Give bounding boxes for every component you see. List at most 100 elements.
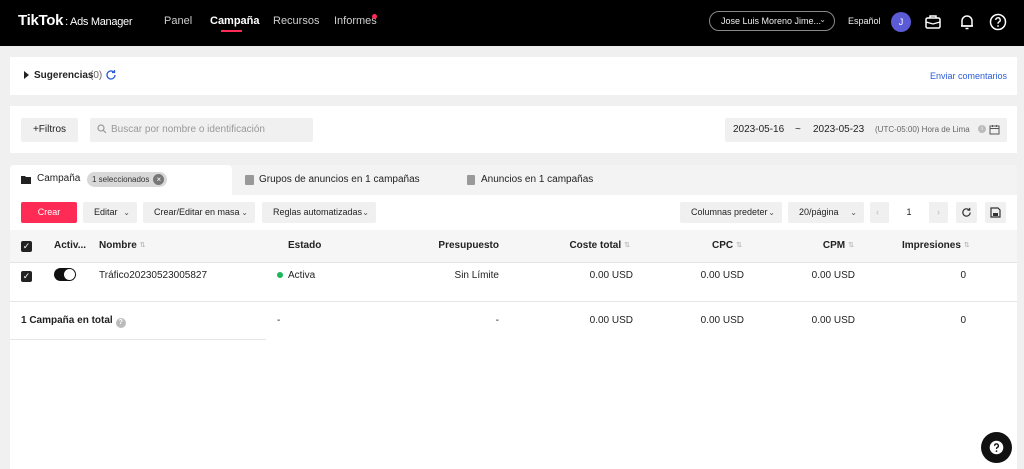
- total-divider: [10, 339, 266, 340]
- info-icon[interactable]: ?: [115, 318, 126, 328]
- campaign-cpc: 0.00 USD: [700, 270, 744, 281]
- page-size-dropdown[interactable]: 20/página ⌄: [788, 202, 864, 223]
- help-icon[interactable]: [988, 12, 1008, 32]
- account-selector[interactable]: Jose Luis Moreno Jime... ⌄: [709, 11, 835, 31]
- col-total-cost[interactable]: Coste total ⇅: [540, 240, 630, 251]
- total-cpm: 0.00 USD: [811, 315, 855, 326]
- bell-icon[interactable]: [957, 12, 977, 32]
- edit-dropdown[interactable]: Editar ⌄: [83, 202, 137, 223]
- download-icon: [990, 207, 1001, 218]
- toggle-knob: [64, 269, 75, 280]
- sort-icon[interactable]: ⇅: [624, 241, 630, 249]
- chevron-down-icon: ⌄: [362, 208, 369, 217]
- suggestions-label[interactable]: Sugerencias: [34, 70, 93, 81]
- col-budget: Presupuesto: [438, 240, 499, 251]
- tab-campaign[interactable]: Campaña 1 seleccionados ×: [10, 165, 232, 195]
- bulk-edit-dropdown[interactable]: Crear/Editar en masa ⌄: [143, 202, 255, 223]
- date-separator: ~: [795, 124, 801, 135]
- logo-text: TikTok: [18, 12, 64, 29]
- col-cpm[interactable]: CPM ⇅: [770, 240, 854, 251]
- chevron-down-icon: ⌄: [819, 15, 826, 24]
- refresh-icon[interactable]: [105, 69, 117, 81]
- send-feedback-link[interactable]: Enviar comentarios: [930, 71, 1007, 81]
- nav-recursos[interactable]: Recursos: [273, 15, 319, 27]
- col-status: Estado: [288, 240, 322, 251]
- edit-label: Editar: [94, 207, 118, 217]
- calendar-icon[interactable]: [989, 124, 1000, 135]
- campaign-toggle[interactable]: [54, 268, 76, 281]
- total-cost: 0.00 USD: [589, 315, 633, 326]
- pagination: ‹ 1 ›: [870, 202, 948, 223]
- sort-icon[interactable]: ⇅: [848, 241, 854, 249]
- col-cpc[interactable]: CPC ⇅: [660, 240, 742, 251]
- total-label: 1 Campaña en total?: [21, 315, 126, 328]
- campaign-cost: 0.00 USD: [589, 270, 633, 281]
- search-placeholder: Buscar por nombre o identificación: [111, 124, 265, 135]
- sort-icon[interactable]: ⇅: [736, 241, 742, 249]
- search-input[interactable]: Buscar por nombre o identificación: [90, 118, 313, 142]
- next-page-icon[interactable]: ›: [937, 202, 940, 223]
- total-impressions: 0: [960, 315, 966, 326]
- briefcase-icon[interactable]: [923, 12, 943, 32]
- avatar[interactable]: J: [891, 12, 911, 32]
- row-checkbox[interactable]: ✓: [21, 271, 32, 282]
- info-icon: i: [978, 125, 986, 133]
- close-icon[interactable]: ×: [153, 174, 165, 185]
- adgroup-icon: [245, 175, 254, 185]
- chevron-down-icon: ⌄: [241, 208, 248, 217]
- date-start: 2023-05-16: [733, 124, 785, 135]
- filter-bar: +Filtros Buscar por nombre o identificac…: [10, 106, 1017, 153]
- sort-icon[interactable]: ⇅: [140, 241, 146, 249]
- campaign-name[interactable]: Tráfico20230523005827: [99, 270, 207, 281]
- expand-triangle-icon[interactable]: [24, 71, 29, 79]
- col-cpm-label: CPM: [822, 240, 846, 251]
- logo-subtitle: : Ads Manager: [65, 16, 133, 28]
- col-impressions-label: Impresiones: [902, 240, 961, 251]
- total-status: -: [277, 315, 281, 326]
- nav-panel[interactable]: Panel: [164, 15, 192, 27]
- campaign-status: Activa: [288, 270, 316, 281]
- total-cpc: 0.00 USD: [700, 315, 744, 326]
- campaign-cpm: 0.00 USD: [811, 270, 855, 281]
- create-button[interactable]: Crear: [21, 202, 77, 223]
- page-size-label: 20/página: [799, 207, 839, 217]
- nav-campana[interactable]: Campaña: [210, 15, 260, 27]
- col-impressions[interactable]: Impresiones ⇅: [902, 240, 970, 251]
- tiktok-logo[interactable]: TikTok: Ads Manager: [18, 12, 132, 29]
- add-filter-button[interactable]: +Filtros: [21, 118, 78, 142]
- suggestions-panel: Sugerencias (0) Enviar comentarios: [10, 57, 1017, 95]
- chevron-down-icon: ⌄: [850, 208, 857, 217]
- prev-page-icon[interactable]: ‹: [876, 202, 879, 223]
- automated-rules-label: Reglas automatizadas: [273, 207, 363, 217]
- select-all-checkbox[interactable]: ✓: [21, 241, 32, 252]
- export-button[interactable]: [985, 202, 1006, 223]
- timezone-label: (UTC-05:00) Hora de Lima: [875, 125, 970, 134]
- top-navbar: TikTok: Ads Manager Panel Campaña Recurs…: [0, 0, 1024, 46]
- nav-informes[interactable]: Informes: [334, 15, 377, 27]
- folder-icon: [21, 176, 31, 184]
- help-fab-button[interactable]: [981, 432, 1012, 463]
- refresh-button[interactable]: [956, 202, 977, 223]
- tab-adgroups[interactable]: Grupos de anuncios en 1 campañas: [259, 174, 420, 185]
- date-range-picker[interactable]: 2023-05-16 ~ 2023-05-23 (UTC-05:00) Hora…: [725, 118, 1007, 142]
- col-active[interactable]: Activ...: [54, 240, 86, 251]
- total-label-text: 1 Campaña en total: [21, 315, 113, 326]
- automated-rules-dropdown[interactable]: Reglas automatizadas ⌄: [262, 202, 376, 223]
- status-dot: [277, 272, 283, 278]
- ad-icon: [467, 175, 475, 185]
- refresh-icon: [962, 207, 971, 217]
- table-header: [10, 230, 1017, 263]
- tab-ads[interactable]: Anuncios en 1 campañas: [481, 174, 593, 185]
- account-name: Jose Luis Moreno Jime...: [721, 16, 822, 26]
- columns-dropdown[interactable]: Columnas predeter ⌄: [680, 202, 782, 223]
- col-name[interactable]: Nombre ⇅: [99, 240, 146, 251]
- suggestions-count: (0): [90, 70, 103, 81]
- campaign-budget: Sin Límite: [454, 270, 499, 281]
- selected-badge-label: 1 seleccionados: [92, 175, 150, 184]
- page-number-input[interactable]: 1: [889, 202, 929, 223]
- selected-badge[interactable]: 1 seleccionados ×: [87, 172, 168, 187]
- sort-icon[interactable]: ⇅: [964, 241, 970, 249]
- tab-campaign-label: Campaña: [37, 173, 81, 184]
- notification-dot: [372, 14, 377, 19]
- language-selector[interactable]: Español: [848, 16, 881, 26]
